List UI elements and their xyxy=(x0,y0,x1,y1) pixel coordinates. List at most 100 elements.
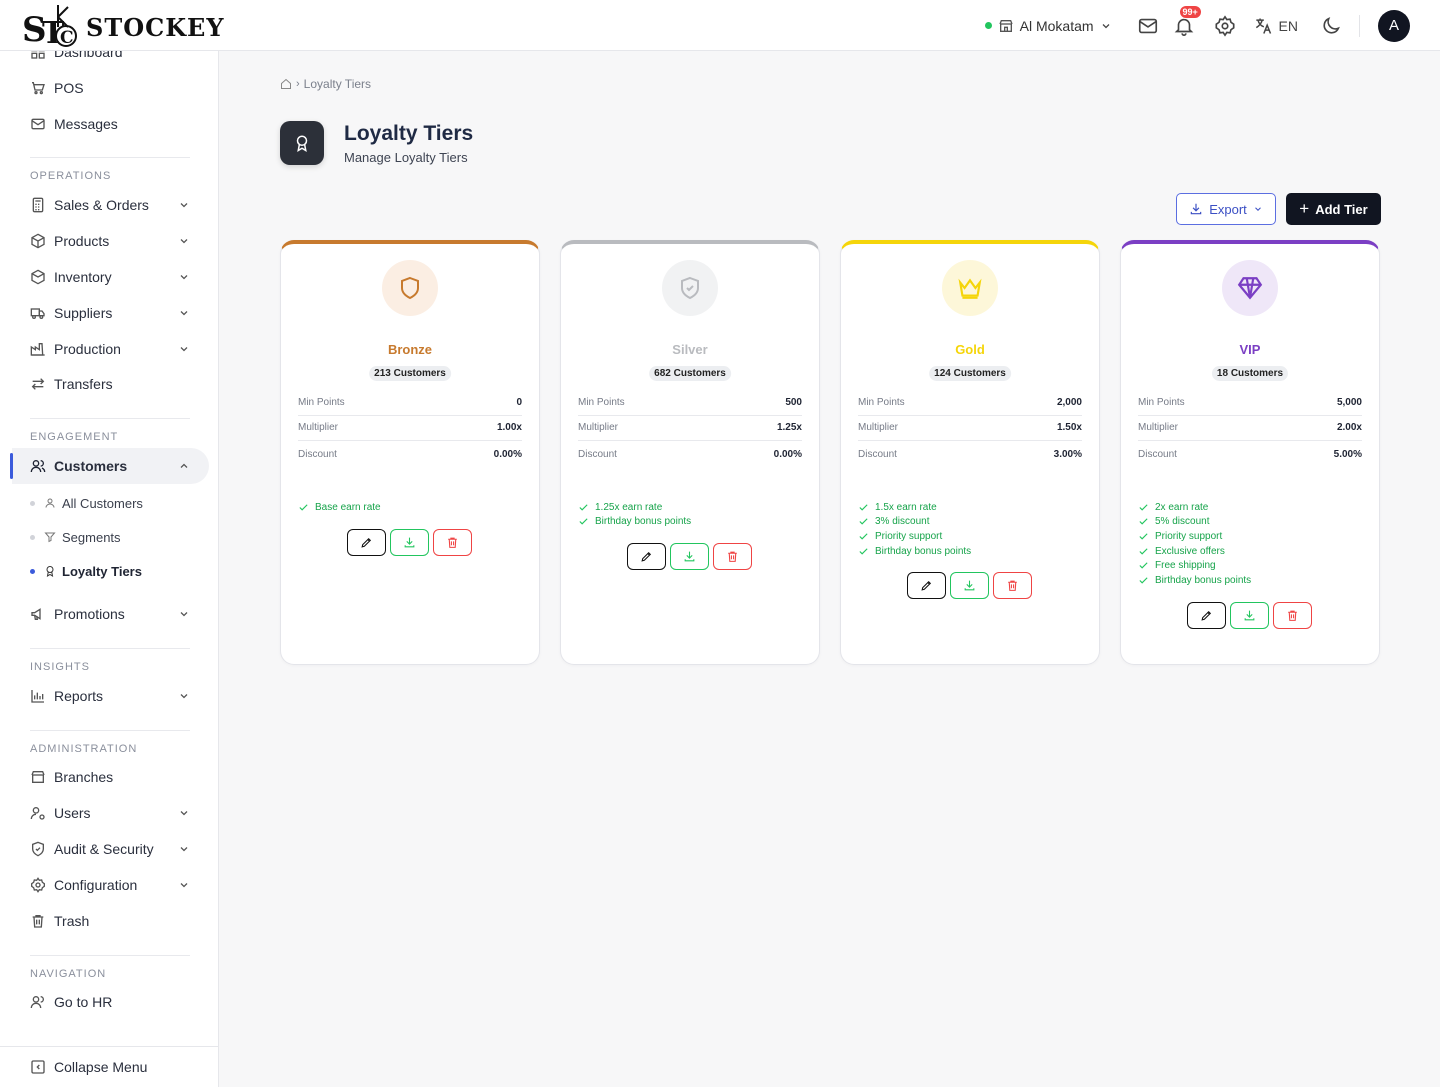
crown-icon xyxy=(942,260,998,316)
sidebar-item-products[interactable]: Products xyxy=(30,229,190,253)
sidebar-subitem-loyalty-tiers[interactable]: Loyalty Tiers xyxy=(30,560,142,582)
box-icon xyxy=(30,269,46,285)
sidebar-item-dashboard[interactable]: Dashboard xyxy=(30,51,190,64)
check-icon xyxy=(1138,516,1149,527)
language-selector[interactable]: EN xyxy=(1253,16,1298,36)
edit-tier-button[interactable] xyxy=(907,572,946,600)
sidebar-item-production[interactable]: Production xyxy=(30,337,190,361)
check-icon xyxy=(1138,575,1149,586)
sidebar-item-label: Users xyxy=(54,805,91,821)
delete-tier-button[interactable] xyxy=(433,528,472,556)
chevron-down-icon xyxy=(178,235,190,247)
pencil-icon xyxy=(1200,609,1213,622)
sidebar-divider xyxy=(30,418,190,419)
branch-selector[interactable]: Al Mokatam xyxy=(984,18,1112,34)
filter-icon xyxy=(44,531,56,543)
sidebar-item-customers[interactable]: Customers xyxy=(30,454,190,478)
sidebar-item-audit-security[interactable]: Audit & Security xyxy=(30,837,190,861)
user-icon xyxy=(44,497,56,509)
user-avatar[interactable]: A xyxy=(1378,9,1410,42)
mail-icon[interactable] xyxy=(1137,15,1159,37)
download-tier-button[interactable] xyxy=(950,572,989,600)
check-icon xyxy=(858,546,869,557)
download-icon xyxy=(1243,609,1256,622)
tier-feature: Birthday bonus points xyxy=(858,544,971,559)
sidebar-item-trash[interactable]: Trash xyxy=(30,909,190,933)
stat-row-min-points: Min Points 2,000 xyxy=(858,390,1082,416)
stat-value: 2,000 xyxy=(1056,397,1082,408)
store-icon xyxy=(998,18,1014,34)
stat-row-discount: Discount 5.00% xyxy=(1138,441,1362,467)
award-icon xyxy=(280,121,324,165)
download-icon xyxy=(1189,202,1203,216)
sidebar-item-inventory[interactable]: Inventory xyxy=(30,265,190,289)
store-icon xyxy=(30,769,46,785)
trash-icon xyxy=(1006,579,1019,592)
breadcrumb: › Loyalty Tiers xyxy=(280,77,371,91)
delete-tier-button[interactable] xyxy=(1273,601,1312,629)
sidebar-item-label: Reports xyxy=(54,688,104,704)
page-title: Loyalty Tiers xyxy=(344,122,474,145)
calculator-icon xyxy=(30,197,46,213)
collapse-menu-button[interactable]: Collapse Menu xyxy=(30,1055,190,1079)
tier-card-vip: VIP 18 Customers Min Points 5,000 Multip… xyxy=(1120,240,1380,665)
delete-tier-button[interactable] xyxy=(993,572,1032,600)
factory-icon xyxy=(30,341,46,357)
active-indicator xyxy=(10,453,13,479)
download-icon xyxy=(403,536,416,549)
tier-name: Silver xyxy=(672,342,708,357)
check-icon xyxy=(858,516,869,527)
customer-count-badge: 682 Customers xyxy=(649,366,731,381)
chevron-down-icon xyxy=(1100,20,1112,32)
sidebar-item-branches[interactable]: Branches xyxy=(30,765,190,789)
download-tier-button[interactable] xyxy=(390,528,429,556)
edit-tier-button[interactable] xyxy=(627,543,666,571)
sidebar-subitem-segments[interactable]: Segments xyxy=(30,526,121,548)
sidebar-item-go-to-hr[interactable]: Go to HR xyxy=(30,990,190,1014)
settings-gear-icon[interactable] xyxy=(1214,14,1236,37)
feature-text: Birthday bonus points xyxy=(1155,574,1252,586)
notifications-bell-icon[interactable]: 99+ xyxy=(1173,4,1202,37)
stat-value: 0 xyxy=(516,397,522,408)
check-icon xyxy=(1138,502,1149,513)
delete-tier-button[interactable] xyxy=(713,543,752,571)
megaphone-icon xyxy=(30,606,46,622)
stat-value: 1.25x xyxy=(776,422,802,433)
sidebar-item-promotions[interactable]: Promotions xyxy=(30,602,190,626)
check-icon xyxy=(1138,531,1149,542)
export-button[interactable]: Export xyxy=(1176,193,1276,225)
tier-name: Bronze xyxy=(387,342,433,357)
check-icon xyxy=(578,502,589,513)
tier-feature: Priority support xyxy=(1138,529,1251,544)
download-tier-button[interactable] xyxy=(670,543,709,571)
app-logo[interactable]: S T C STOCKEY xyxy=(22,3,224,49)
add-tier-label: Add Tier xyxy=(1315,201,1368,217)
sidebar-subitem-label: Loyalty Tiers xyxy=(62,563,142,579)
sidebar-item-sales-orders[interactable]: Sales & Orders xyxy=(30,193,190,217)
chevron-down-icon xyxy=(178,807,190,819)
sidebar-item-messages[interactable]: Messages xyxy=(30,112,190,136)
edit-tier-button[interactable] xyxy=(1187,601,1226,629)
home-icon[interactable] xyxy=(280,78,292,90)
sidebar-item-configuration[interactable]: Configuration xyxy=(30,873,190,897)
add-tier-button[interactable]: + Add Tier xyxy=(1286,193,1381,225)
stat-value: 5,000 xyxy=(1336,397,1362,408)
export-label: Export xyxy=(1209,201,1247,217)
sidebar-subitem-all-customers[interactable]: All Customers xyxy=(30,492,143,514)
users-icon xyxy=(30,458,46,474)
sidebar-item-pos[interactable]: POS xyxy=(30,76,190,100)
sidebar-item-label: Go to HR xyxy=(54,994,113,1010)
section-label-administration: ADMINISTRATION xyxy=(30,743,138,755)
dark-mode-moon-icon[interactable] xyxy=(1320,15,1342,37)
edit-tier-button[interactable] xyxy=(347,528,386,556)
bullet-dot xyxy=(30,534,35,540)
svg-text:C: C xyxy=(60,28,74,48)
sidebar-item-transfers[interactable]: Transfers xyxy=(30,372,190,396)
sidebar-item-suppliers[interactable]: Suppliers xyxy=(30,301,190,325)
stat-label: Multiplier xyxy=(1138,422,1179,433)
download-tier-button[interactable] xyxy=(1230,601,1269,629)
section-label-insights: INSIGHTS xyxy=(30,661,90,673)
sidebar-item-reports[interactable]: Reports xyxy=(30,684,190,708)
chevron-down-icon xyxy=(178,843,190,855)
sidebar-item-users[interactable]: Users xyxy=(30,801,190,825)
